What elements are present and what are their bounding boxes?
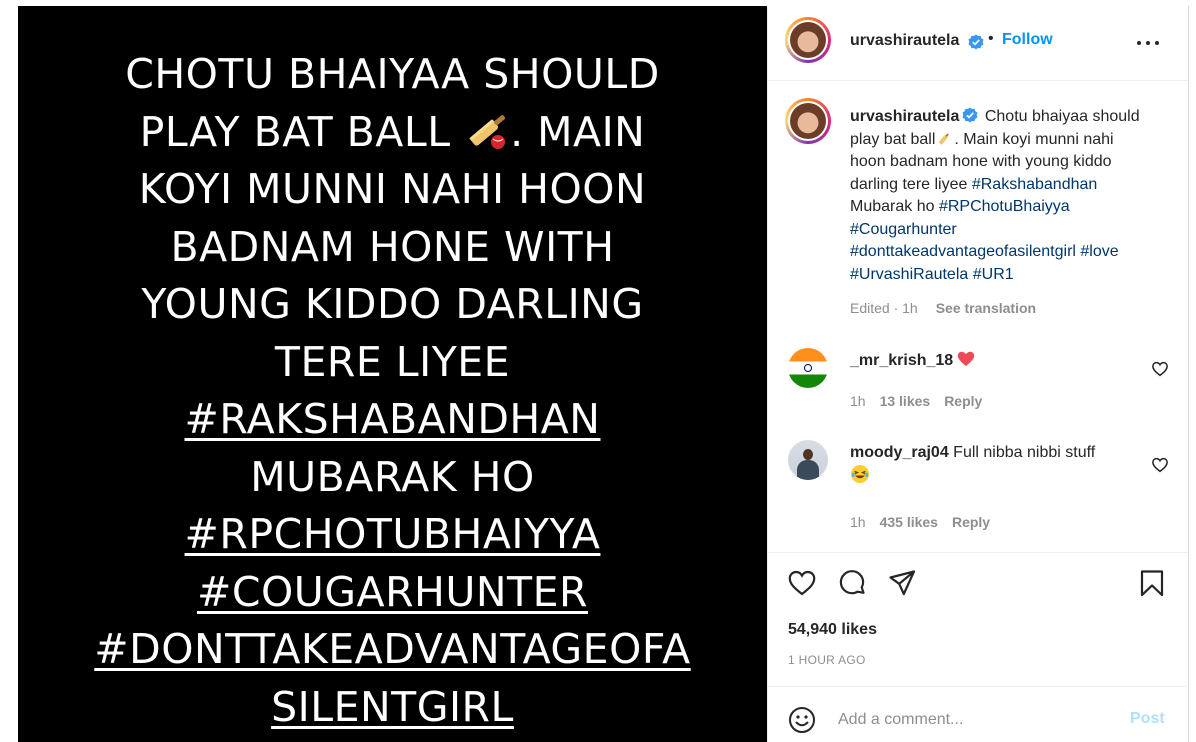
comment-text: moody_raj04 Full nibba nibbi stuff: [850, 441, 1140, 487]
reply-button[interactable]: Reply: [944, 393, 982, 409]
comment-likes[interactable]: 435 likes: [880, 514, 938, 530]
emoji-icon[interactable]: [788, 706, 816, 734]
media-line-part: PLAY BAT BALL: [139, 107, 451, 156]
commenter-username[interactable]: _mr_krish_18: [850, 352, 953, 369]
media-line: MUBARAK HO: [250, 452, 535, 501]
media-line: PLAY BAT BALL . MAIN: [18, 104, 767, 162]
post-caption: urvashirautela Chotu bhaiyaa should play…: [768, 82, 1189, 332]
comment-text: _mr_krish_18: [850, 349, 1140, 372]
hashtag-link[interactable]: #RPChotuBhaiyya: [939, 198, 1070, 215]
post-comment-button[interactable]: Post: [1130, 710, 1165, 728]
commenter-avatar[interactable]: [788, 440, 828, 480]
commenter-avatar[interactable]: [788, 348, 828, 388]
divider: [768, 552, 1189, 553]
media-line: CHOTU BHAIYAA SHOULD: [125, 50, 660, 98]
page-gutter: [0, 0, 18, 742]
media-hashtag-line: SILENTGIRL: [271, 682, 514, 731]
heart-icon[interactable]: [1151, 360, 1169, 378]
commenter-username[interactable]: moody_raj04: [850, 444, 949, 461]
comment-likes[interactable]: 13 likes: [880, 393, 931, 409]
see-translation-link[interactable]: See translation: [936, 300, 1036, 316]
author-username[interactable]: urvashirautela: [850, 32, 959, 50]
media-line-part: . MAIN: [510, 107, 646, 156]
post-header: urvashirautela • Follow: [768, 6, 1189, 81]
media-hashtag-line: #COUGARHUNTER: [196, 567, 588, 616]
divider: [768, 686, 1189, 687]
caption-text: urvashirautela Chotu bhaiyaa should play…: [850, 106, 1150, 286]
media-hashtag-line: #RPCHOTUBHAIYYA: [184, 510, 601, 558]
verified-badge-icon: [968, 34, 984, 50]
comment-time: 1h: [850, 393, 866, 409]
comment-icon[interactable]: [837, 568, 867, 598]
comment-time: 1h: [850, 514, 866, 530]
media-hashtag-line: #DONTTAKEADVANTAGEOFA: [94, 625, 691, 673]
post-timestamp: 1 HOUR AGO: [788, 653, 866, 667]
laughing-emoji-icon: [851, 465, 869, 483]
media-line: BADNAM HONE WITH: [170, 222, 615, 271]
comment-input[interactable]: [838, 706, 1108, 734]
author-avatar[interactable]: [785, 17, 831, 63]
red-heart-emoji-icon: [957, 351, 975, 366]
comment-meta: 1h 435 likes Reply: [850, 514, 990, 530]
caption-body: Mubarak ho: [850, 198, 939, 215]
bookmark-icon[interactable]: [1137, 568, 1167, 598]
caption-avatar[interactable]: [785, 98, 831, 144]
caption-username[interactable]: urvashirautela: [850, 108, 959, 125]
post-side-panel: urvashirautela • Follow urvashirautela C…: [767, 6, 1189, 742]
hashtag-link[interactable]: #UR1: [973, 266, 1014, 283]
hashtag-link[interactable]: #Cougarhunter: [850, 221, 957, 238]
media-hashtag-line: #RAKSHABANDHAN: [184, 395, 601, 443]
media-line: TERE LIYEE: [274, 337, 511, 386]
verified-badge-icon: [962, 107, 978, 123]
media-text-block: CHOTU BHAIYAA SHOULD PLAY BAT BALL . MAI…: [18, 46, 767, 736]
heart-icon[interactable]: [787, 568, 817, 598]
cricket-bat-icon: [939, 132, 950, 144]
post-media[interactable]: CHOTU BHAIYAA SHOULD PLAY BAT BALL . MAI…: [18, 6, 767, 742]
comment-body: Full nibba nibbi stuff: [953, 444, 1096, 461]
reply-button[interactable]: Reply: [952, 514, 990, 530]
separator-dot: •: [988, 30, 994, 47]
hashtag-link[interactable]: #love: [1080, 243, 1118, 260]
hashtag-link[interactable]: #UrvashiRautela: [850, 266, 968, 283]
edited-timestamp: Edited · 1h: [850, 300, 918, 316]
hashtag-link[interactable]: #Rakshabandhan: [972, 176, 1097, 193]
instagram-post-view: CHOTU BHAIYAA SHOULD PLAY BAT BALL . MAI…: [0, 0, 1196, 742]
comment-meta: 1h 13 likes Reply: [850, 393, 982, 409]
cricket-bat-icon: [469, 114, 506, 149]
panel-border: [1188, 6, 1189, 742]
caption-meta: Edited · 1h See translation: [850, 300, 1036, 316]
more-options-icon[interactable]: [1137, 33, 1161, 53]
media-line: YOUNG KIDDO DARLING: [141, 280, 644, 328]
follow-button[interactable]: Follow: [1002, 31, 1053, 49]
hashtag-link[interactable]: #donttakeadvantageofasilentgirl: [850, 243, 1076, 260]
heart-icon[interactable]: [1151, 456, 1169, 474]
likes-count[interactable]: 54,940 likes: [788, 621, 877, 639]
media-line: KOYI MUNNI NAHI HOON: [138, 165, 647, 213]
share-icon[interactable]: [887, 568, 917, 598]
